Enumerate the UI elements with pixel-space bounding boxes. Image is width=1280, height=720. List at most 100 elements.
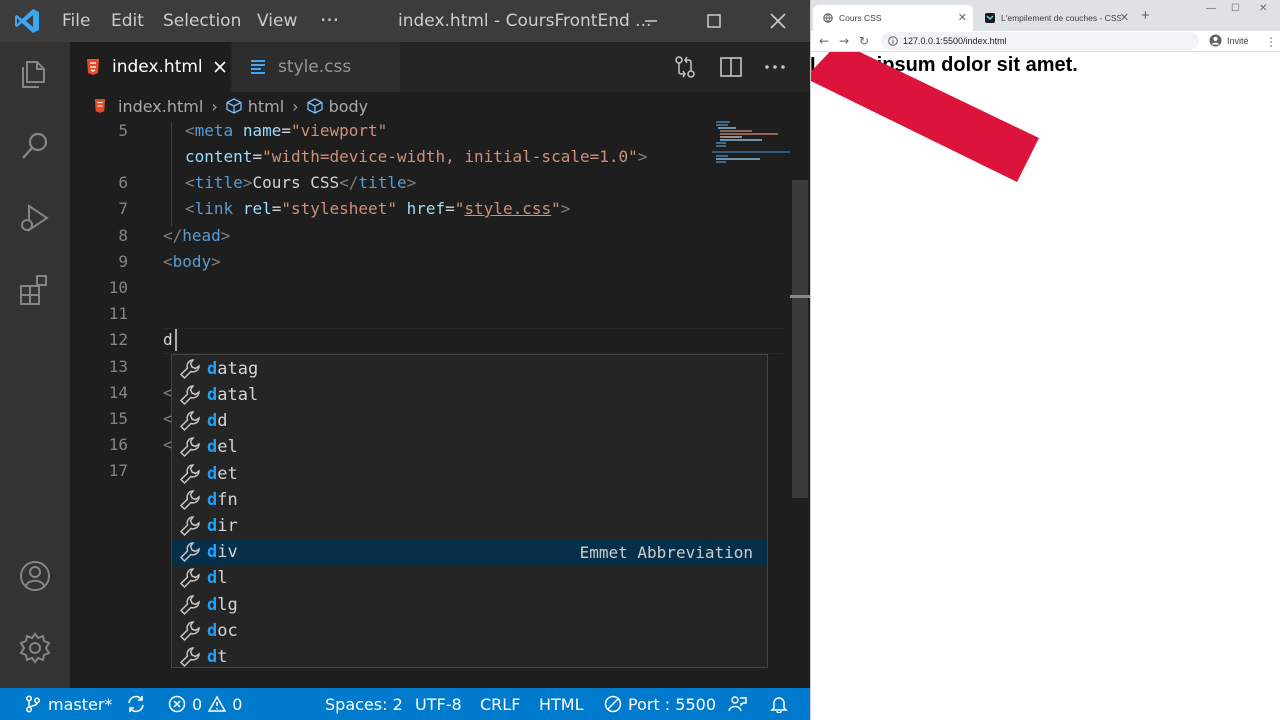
suggestion-item[interactable]: d atal xyxy=(172,382,767,408)
vscode-logo-icon xyxy=(15,9,39,33)
suggestion-item[interactable]: dl xyxy=(172,565,767,591)
account-icon[interactable] xyxy=(17,558,53,594)
compare-changes-icon[interactable] xyxy=(672,54,698,80)
eol-status[interactable]: CRLF xyxy=(480,688,520,720)
menu-file[interactable]: File xyxy=(62,11,90,31)
line-number: 8 xyxy=(118,226,128,245)
extensions-icon[interactable] xyxy=(17,272,53,308)
git-branch-status[interactable]: master* xyxy=(24,688,112,720)
browser-tab-active[interactable]: Cours CSS ✕ xyxy=(813,5,973,31)
new-tab-button[interactable]: + xyxy=(1141,7,1150,24)
element-cube-icon xyxy=(226,98,242,114)
globe-icon xyxy=(823,13,833,23)
close-window-button[interactable] xyxy=(758,6,798,36)
menu-more[interactable]: ··· xyxy=(320,8,339,32)
suggestion-item[interactable]: d ir xyxy=(172,513,767,539)
breadcrumb-body[interactable]: body xyxy=(306,97,368,116)
kebab-menu-icon[interactable]: ⋮ xyxy=(1265,35,1277,49)
suggestion-match: d xyxy=(207,568,218,588)
suggestion-match: d xyxy=(207,464,218,484)
minimize-icon xyxy=(645,20,657,22)
notifications-button[interactable] xyxy=(770,688,794,720)
browser-tab[interactable]: L'empilement de couches - CSS ✕ xyxy=(975,5,1135,31)
browser-maximize-button[interactable]: ☐ xyxy=(1231,3,1240,14)
suggestion-item[interactable]: d lg xyxy=(172,592,767,618)
tab-style-css[interactable]: style.css xyxy=(232,42,400,92)
explorer-icon[interactable] xyxy=(17,56,53,92)
feedback-button[interactable] xyxy=(728,688,754,720)
suggestion-label: fn xyxy=(217,490,238,510)
browser-toolbar: ← → ↻ 127.0.0.1:5500/index.html Invité ⋮ xyxy=(811,31,1280,52)
git-branch-icon xyxy=(26,695,40,713)
html-file-icon xyxy=(87,59,99,75)
element-cube-icon xyxy=(306,98,323,114)
encoding-status[interactable]: UTF-8 xyxy=(415,688,462,720)
run-debug-icon[interactable] xyxy=(17,200,53,236)
maximize-button[interactable] xyxy=(694,6,734,36)
wrench-icon xyxy=(179,542,200,563)
browser-close-button[interactable]: ✕ xyxy=(1259,3,1267,14)
profile-button[interactable]: Invité xyxy=(1209,34,1249,47)
wrench-icon xyxy=(179,568,200,589)
sync-status[interactable] xyxy=(126,688,152,720)
address-url: 127.0.0.1:5500/index.html xyxy=(903,36,1007,46)
language-mode-status[interactable]: HTML xyxy=(539,688,584,720)
menu-view[interactable]: View xyxy=(257,11,297,31)
problems-status[interactable]: 0 0 xyxy=(168,688,242,720)
breadcrumb-file[interactable]: index.html xyxy=(94,97,203,116)
suggestion-item[interactable]: d el xyxy=(172,434,767,460)
indentation-status[interactable]: Spaces: 2 xyxy=(325,688,403,720)
chevron-right-icon: › xyxy=(292,96,299,116)
address-bar[interactable]: 127.0.0.1:5500/index.html xyxy=(881,32,1199,50)
page-viewport: Lorem ipsum dolor sit amet. xyxy=(811,52,1280,720)
error-icon xyxy=(168,695,186,713)
suggestion-match: d xyxy=(207,621,218,641)
browser-minimize-button[interactable]: — xyxy=(1206,3,1216,14)
close-tab-icon[interactable] xyxy=(213,60,227,74)
suggestion-item[interactable]: dt xyxy=(172,644,767,670)
settings-gear-icon[interactable] xyxy=(17,630,53,666)
wrench-icon xyxy=(179,385,200,406)
wrench-icon xyxy=(179,516,200,537)
css-file-icon xyxy=(251,60,265,74)
language-label: HTML xyxy=(539,694,584,714)
close-tab-icon[interactable]: ✕ xyxy=(1120,11,1129,24)
menu-selection[interactable]: Selection xyxy=(163,11,241,31)
browser-window: Cours CSS ✕ L'empilement de couches - CS… xyxy=(810,0,1280,720)
suggestion-label: iv xyxy=(217,542,238,562)
menu-edit[interactable]: Edit xyxy=(111,11,144,31)
line-number: 5 xyxy=(118,121,128,140)
minimize-button[interactable] xyxy=(631,6,671,36)
reload-icon[interactable]: ↻ xyxy=(859,34,869,48)
title-bar: File Edit Selection View ··· index.html … xyxy=(0,0,810,42)
close-tab-icon[interactable]: ✕ xyxy=(958,11,967,24)
vertical-scrollbar[interactable] xyxy=(790,120,810,688)
suggestion-item[interactable]: dd xyxy=(172,408,767,434)
suggestion-item-selected[interactable]: d iv Emmet Abbreviation xyxy=(172,539,767,565)
breadcrumb-html[interactable]: html xyxy=(226,97,284,116)
tab-index-html[interactable]: index.html xyxy=(70,42,230,92)
suggestion-match: d xyxy=(207,437,218,457)
tab-label: style.css xyxy=(278,57,352,77)
wrench-icon xyxy=(179,490,200,511)
vscode-window: File Edit Selection View ··· index.html … xyxy=(0,0,810,720)
more-actions-icon[interactable] xyxy=(762,54,788,80)
red-rotated-box xyxy=(811,52,1039,182)
back-arrow-icon[interactable]: ← xyxy=(819,34,829,48)
code-line: <body> xyxy=(163,252,221,271)
minimap[interactable] xyxy=(712,120,790,200)
search-icon[interactable] xyxy=(17,128,53,164)
tab-label: index.html xyxy=(112,57,203,77)
indent-guide xyxy=(171,122,172,226)
split-editor-icon[interactable] xyxy=(718,54,744,80)
suggestion-item[interactable]: d et xyxy=(172,461,767,487)
suggestion-item[interactable]: d oc xyxy=(172,618,767,644)
suggestion-item[interactable]: d atag xyxy=(172,356,767,382)
scrollbar-thumb[interactable] xyxy=(792,180,808,498)
suggestion-match: d xyxy=(207,542,218,562)
forward-arrow-icon[interactable]: → xyxy=(839,34,849,48)
suggestion-item[interactable]: d fn xyxy=(172,487,767,513)
error-count: 0 xyxy=(192,694,203,714)
live-server-status[interactable]: Port : 5500 xyxy=(604,688,716,720)
wrench-icon xyxy=(179,621,200,642)
